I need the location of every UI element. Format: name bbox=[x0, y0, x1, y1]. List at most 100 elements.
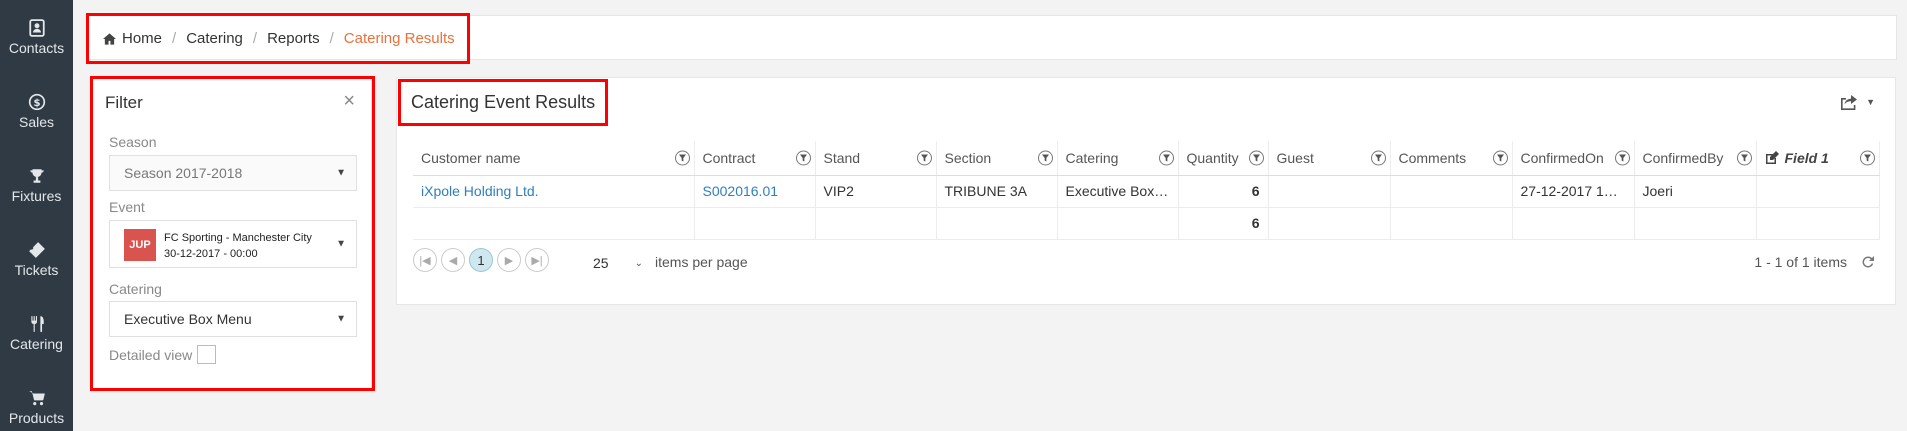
totals-row: 6 bbox=[413, 207, 1880, 240]
breadcrumb-separator: / bbox=[329, 30, 334, 47]
cell-confirmed-on: 27-12-2017 14:... bbox=[1512, 175, 1635, 208]
column-header-confirmed-by[interactable]: ConfirmedBy bbox=[1634, 141, 1757, 176]
breadcrumb-catering[interactable]: Catering bbox=[186, 30, 243, 47]
svg-text:$: $ bbox=[33, 97, 40, 108]
cart-icon bbox=[28, 390, 45, 405]
sidebar-item-contacts[interactable]: Contacts bbox=[0, 0, 73, 74]
results-title: Catering Event Results bbox=[398, 79, 609, 126]
column-header-contract[interactable]: Contract bbox=[694, 141, 816, 176]
close-filter-button[interactable]: × bbox=[343, 91, 355, 111]
cell-comments bbox=[1390, 175, 1513, 208]
filter-icon[interactable] bbox=[916, 150, 932, 166]
filter-icon[interactable] bbox=[1248, 150, 1264, 166]
column-header-label: Quantity bbox=[1186, 149, 1239, 166]
sidebar-item-products[interactable]: Products bbox=[0, 370, 73, 431]
sidebar-item-label: Contacts bbox=[8, 39, 65, 56]
column-header-label: Guest bbox=[1276, 149, 1314, 166]
sidebar-item-label: Sales bbox=[18, 113, 55, 130]
catering-label: Catering bbox=[109, 281, 162, 297]
results-grid: Customer name Contract Stand Section Cat… bbox=[413, 141, 1880, 240]
column-header-label: Customer name bbox=[421, 149, 521, 166]
event-select[interactable]: JUP FC Sporting - Manchester City 30-12-… bbox=[109, 220, 357, 268]
cell-quantity: 6 bbox=[1178, 175, 1269, 208]
breadcrumb-home[interactable]: Home bbox=[122, 30, 162, 47]
ticket-icon bbox=[28, 241, 45, 258]
pager-info: 1 - 1 of 1 items bbox=[1754, 254, 1847, 270]
breadcrumb-separator: / bbox=[172, 30, 177, 47]
column-header-label: Contract bbox=[702, 149, 756, 166]
column-header-guest[interactable]: Guest bbox=[1268, 141, 1391, 176]
breadcrumb-reports[interactable]: Reports bbox=[267, 30, 320, 47]
column-header-label: Catering bbox=[1065, 149, 1119, 166]
sidebar-item-label: Products bbox=[8, 409, 65, 426]
total-cell bbox=[815, 207, 937, 240]
detailed-view-label: Detailed view bbox=[109, 347, 193, 363]
edit-icon bbox=[1765, 150, 1779, 164]
cell-field-1 bbox=[1756, 175, 1880, 208]
filter-title: Filter bbox=[105, 93, 143, 112]
total-cell bbox=[694, 207, 816, 240]
pager: |◀ ◀ 1 ▶ ▶| bbox=[413, 248, 549, 272]
filter-icon[interactable] bbox=[1859, 150, 1875, 166]
total-cell bbox=[1634, 207, 1757, 240]
sidebar-item-sales[interactable]: $ Sales bbox=[0, 74, 73, 148]
next-page-button[interactable]: ▶ bbox=[497, 248, 521, 272]
event-date: 30-12-2017 - 00:00 bbox=[164, 248, 258, 260]
first-page-button[interactable]: |◀ bbox=[413, 248, 437, 272]
sidebar-item-catering[interactable]: Catering bbox=[0, 296, 73, 370]
filter-icon[interactable] bbox=[1037, 150, 1053, 166]
cell-contract-link[interactable]: S002016.01 bbox=[694, 175, 816, 208]
breadcrumb-current: Catering Results bbox=[343, 30, 455, 47]
event-badge: JUP bbox=[124, 229, 156, 261]
page-size-select[interactable]: 25 ⌄ bbox=[593, 252, 643, 274]
column-header-comments[interactable]: Comments bbox=[1390, 141, 1513, 176]
filter-icon[interactable] bbox=[674, 150, 690, 166]
filter-icon[interactable] bbox=[1370, 150, 1386, 166]
column-header-confirmed-on[interactable]: ConfirmedOn bbox=[1512, 141, 1635, 176]
results-panel: ▼ Customer name Contract Stand Section C… bbox=[396, 77, 1896, 305]
detailed-view-checkbox[interactable] bbox=[197, 345, 216, 364]
catering-select[interactable]: Executive Box Menu ▼ bbox=[109, 301, 357, 337]
current-page-button[interactable]: 1 bbox=[469, 248, 493, 272]
contacts-icon bbox=[28, 18, 45, 37]
filter-icon[interactable] bbox=[1736, 150, 1752, 166]
sidebar-item-fixtures[interactable]: Fixtures bbox=[0, 148, 73, 222]
total-cell bbox=[413, 207, 695, 240]
column-header-field-1[interactable]: Field 1 bbox=[1756, 141, 1880, 176]
total-cell bbox=[1390, 207, 1513, 240]
column-header-quantity[interactable]: Quantity bbox=[1178, 141, 1269, 176]
column-header-catering[interactable]: Catering bbox=[1057, 141, 1179, 176]
cell-guest bbox=[1268, 175, 1391, 208]
grid-header-row: Customer name Contract Stand Section Cat… bbox=[413, 141, 1880, 176]
prev-page-button[interactable]: ◀ bbox=[441, 248, 465, 272]
cell-stand: VIP2 bbox=[815, 175, 937, 208]
column-header-label: Section bbox=[944, 149, 992, 166]
catering-value: Executive Box Menu bbox=[124, 311, 252, 327]
season-select[interactable]: Season 2017-2018 ▼ bbox=[109, 155, 357, 191]
column-header-section[interactable]: Section bbox=[936, 141, 1058, 176]
column-header-stand[interactable]: Stand bbox=[815, 141, 937, 176]
refresh-icon[interactable] bbox=[1861, 255, 1875, 269]
column-header-label: Field 1 bbox=[1784, 149, 1829, 166]
column-header-label: Comments bbox=[1398, 149, 1467, 166]
filter-panel: Filter × Season Season 2017-2018 ▼ Event… bbox=[92, 78, 372, 390]
cell-customer-link[interactable]: iXpole Holding Ltd. bbox=[413, 175, 695, 208]
sidebar-item-tickets[interactable]: Tickets bbox=[0, 222, 73, 296]
filter-icon[interactable] bbox=[1614, 150, 1630, 166]
chevron-down-icon: ⌄ bbox=[634, 257, 643, 269]
column-header-label: ConfirmedOn bbox=[1520, 149, 1604, 166]
last-page-button[interactable]: ▶| bbox=[525, 248, 549, 272]
breadcrumb-separator: / bbox=[252, 30, 258, 47]
breadcrumb: Home / Catering / Reports / Catering Res… bbox=[86, 13, 470, 64]
sidebar-item-label: Fixtures bbox=[11, 187, 62, 204]
filter-icon[interactable] bbox=[1492, 150, 1508, 166]
column-header-customer[interactable]: Customer name bbox=[413, 141, 695, 176]
filter-icon[interactable] bbox=[795, 150, 811, 166]
chevron-down-icon: ▼ bbox=[336, 313, 346, 325]
sidebar: Contacts $ Sales Fixtures Tickets Cateri… bbox=[0, 0, 73, 431]
filter-icon[interactable] bbox=[1158, 150, 1174, 166]
export-button[interactable]: ▼ bbox=[1840, 94, 1875, 110]
items-per-page-label: items per page bbox=[655, 254, 748, 270]
sidebar-item-label: Tickets bbox=[14, 261, 59, 278]
chevron-down-icon: ▼ bbox=[336, 238, 346, 250]
